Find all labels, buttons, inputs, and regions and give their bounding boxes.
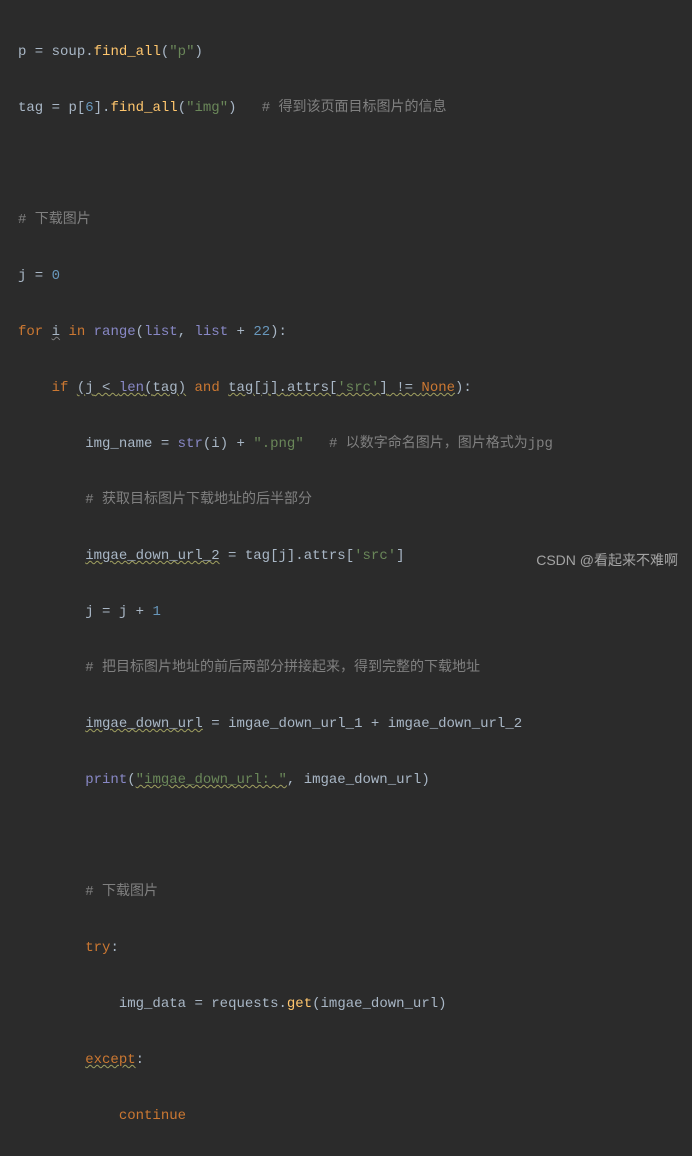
code-line-2: tag = p[6].find_all("img") # 得到该页面目标图片的信… [18,94,692,122]
code-line-6: for i in range(list, list + 22): [18,318,692,346]
code-line-13: imgae_down_url = imgae_down_url_1 + imga… [18,710,692,738]
code-editor[interactable]: p = soup.find_all("p") tag = p[6].find_a… [0,0,692,1156]
code-line-4: # 下载图片 [18,206,692,234]
code-line-17: try: [18,934,692,962]
code-line-11: j = j + 1 [18,598,692,626]
code-line-20: continue [18,1102,692,1130]
code-line-8: img_name = str(i) + ".png" # 以数字命名图片，图片格… [18,430,692,458]
code-line-5: j = 0 [18,262,692,290]
code-line-1: p = soup.find_all("p") [18,38,692,66]
code-line-12: # 把目标图片地址的前后两部分拼接起来，得到完整的下载地址 [18,654,692,682]
code-line-16: # 下载图片 [18,878,692,906]
code-line-15 [18,822,692,850]
code-line-9: # 获取目标图片下载地址的后半部分 [18,486,692,514]
code-line-3 [18,150,692,178]
code-line-14: print("imgae_down_url: ", imgae_down_url… [18,766,692,794]
code-line-18: img_data = requests.get(imgae_down_url) [18,990,692,1018]
watermark: CSDN @看起来不难啊 [536,550,678,570]
code-line-19: except: [18,1046,692,1074]
code-line-7: if (j < len(tag) and tag[j].attrs['src']… [18,374,692,402]
